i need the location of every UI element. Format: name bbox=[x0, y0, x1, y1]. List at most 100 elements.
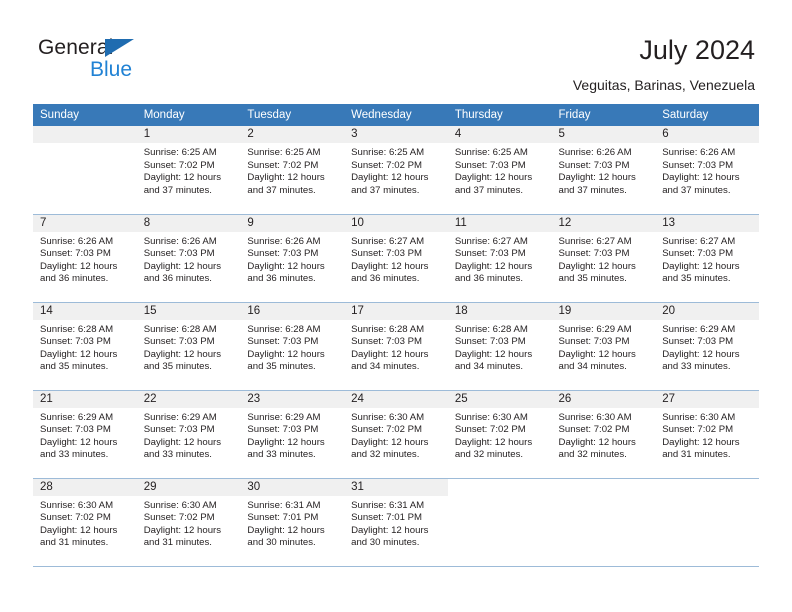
calendar-day-cell[interactable]: 5 Sunrise: 6:26 AM Sunset: 7:03 PM Daylight… bbox=[551, 126, 656, 215]
calendar-day-cell[interactable]: 3 Sunrise: 6:25 AM Sunset: 7:02 PM Daylight… bbox=[344, 126, 448, 215]
day-details: Sunrise: 6:30 AM Sunset: 7:02 PM Daylight:… bbox=[137, 496, 241, 550]
day-detail-line: Sunset: 7:02 PM bbox=[454, 424, 526, 436]
calendar-week-row: 14 Sunrise: 6:28 AM Sunset: 7:03 PM Dayligh… bbox=[33, 302, 759, 391]
day-details: Sunrise: 6:31 AM Sunset: 7:01 PM Daylight:… bbox=[240, 496, 344, 550]
calendar-day-cell[interactable]: 13 Sunrise: 6:27 AM Sunset: 7:03 PM Dayligh… bbox=[655, 214, 759, 303]
calendar-day-cell[interactable]: 4 Sunrise: 6:25 AM Sunset: 7:03 PM Daylight… bbox=[447, 126, 552, 215]
day-detail-line: Sunset: 7:03 PM bbox=[40, 248, 111, 260]
day-details: Sunrise: 6:26 AM Sunset: 7:03 PM Daylight:… bbox=[655, 143, 759, 197]
day-detail-line: and 36 minutes. bbox=[143, 273, 212, 285]
calendar-day-cell[interactable]: 11 Sunrise: 6:27 AM Sunset: 7:03 PM Dayligh… bbox=[447, 214, 552, 303]
calendar-week-row: 21 Sunrise: 6:29 AM Sunset: 7:03 PM Dayligh… bbox=[33, 390, 759, 479]
calendar-day-cell[interactable]: 30 Sunrise: 6:31 AM Sunset: 7:01 PM Dayligh… bbox=[240, 478, 345, 567]
day-detail-line: Sunrise: 6:28 AM bbox=[247, 323, 321, 335]
day-details: Sunrise: 6:27 AM Sunset: 7:03 PM Daylight:… bbox=[448, 232, 552, 286]
calendar-day-cell[interactable]: 29 Sunrise: 6:30 AM Sunset: 7:02 PM Dayligh… bbox=[136, 478, 241, 567]
day-details: Sunrise: 6:26 AM Sunset: 7:03 PM Daylight:… bbox=[552, 143, 656, 197]
weekday-header-saturday: Saturday bbox=[655, 104, 759, 126]
day-detail-line: Daylight: 12 hours bbox=[454, 436, 533, 448]
calendar-day-cell[interactable]: 25 Sunrise: 6:30 AM Sunset: 7:02 PM Dayligh… bbox=[447, 390, 552, 479]
day-details: Sunrise: 6:25 AM Sunset: 7:02 PM Daylight:… bbox=[137, 143, 241, 197]
calendar-day-cell[interactable]: 20 Sunrise: 6:29 AM Sunset: 7:03 PM Dayligh… bbox=[655, 302, 759, 391]
day-number: 29 bbox=[136, 478, 241, 496]
day-number: 26 bbox=[551, 390, 656, 408]
calendar-day-cell[interactable]: 8 Sunrise: 6:26 AM Sunset: 7:03 PM Daylight… bbox=[136, 214, 241, 303]
day-detail-line: Daylight: 12 hours bbox=[143, 172, 222, 184]
calendar-day-cell[interactable]: 12 Sunrise: 6:27 AM Sunset: 7:03 PM Dayligh… bbox=[551, 214, 656, 303]
calendar-day-cell[interactable]: 16 Sunrise: 6:28 AM Sunset: 7:03 PM Dayligh… bbox=[240, 302, 345, 391]
calendar-day-cell[interactable]: 23 Sunrise: 6:29 AM Sunset: 7:03 PM Dayligh… bbox=[240, 390, 345, 479]
day-detail-line: Sunset: 7:03 PM bbox=[247, 424, 319, 436]
calendar-day-cell[interactable]: 21 Sunrise: 6:29 AM Sunset: 7:03 PM Dayligh… bbox=[33, 390, 137, 479]
day-detail-line: Daylight: 12 hours bbox=[662, 260, 740, 272]
day-number: 8 bbox=[136, 214, 241, 232]
day-number: 27 bbox=[655, 390, 759, 408]
day-detail-line: Sunrise: 6:30 AM bbox=[143, 499, 217, 511]
day-detail-line: Daylight: 12 hours bbox=[351, 524, 429, 536]
day-number: 25 bbox=[447, 390, 552, 408]
day-number: 2 bbox=[240, 126, 345, 143]
calendar-day-cell[interactable]: 19 Sunrise: 6:29 AM Sunset: 7:03 PM Dayligh… bbox=[551, 302, 656, 391]
day-detail-line: Daylight: 12 hours bbox=[662, 436, 740, 448]
general-blue-logo[interactable]: General Blue bbox=[38, 36, 168, 88]
weekday-header-tuesday: Tuesday bbox=[240, 104, 345, 126]
calendar-day-cell[interactable]: 24 Sunrise: 6:30 AM Sunset: 7:02 PM Dayligh… bbox=[344, 390, 448, 479]
calendar-day-cell[interactable]: 22 Sunrise: 6:29 AM Sunset: 7:03 PM Dayligh… bbox=[136, 390, 241, 479]
calendar-day-cell[interactable]: 17 Sunrise: 6:28 AM Sunset: 7:03 PM Dayligh… bbox=[344, 302, 448, 391]
calendar-day-cell[interactable]: 28 Sunrise: 6:30 AM Sunset: 7:02 PM Dayligh… bbox=[33, 478, 137, 567]
day-detail-line: Sunset: 7:02 PM bbox=[40, 512, 111, 524]
day-detail-line: and 36 minutes. bbox=[40, 273, 109, 285]
day-detail-line: Sunset: 7:03 PM bbox=[143, 424, 215, 436]
day-number: 3 bbox=[344, 126, 448, 143]
day-detail-line: Sunset: 7:02 PM bbox=[351, 424, 423, 436]
calendar-day-cell[interactable]: 14 Sunrise: 6:28 AM Sunset: 7:03 PM Dayligh… bbox=[33, 302, 137, 391]
day-detail-line: Sunrise: 6:28 AM bbox=[454, 323, 528, 335]
weekday-header-friday: Friday bbox=[551, 104, 656, 126]
day-detail-line: and 34 minutes. bbox=[558, 361, 627, 373]
calendar-day-cell[interactable]: 31 Sunrise: 6:31 AM Sunset: 7:01 PM Dayligh… bbox=[344, 478, 448, 567]
day-number: 17 bbox=[344, 302, 448, 320]
calendar-day-cell[interactable]: 2 Sunrise: 6:25 AM Sunset: 7:02 PM Daylight… bbox=[240, 126, 345, 215]
day-details: Sunrise: 6:28 AM Sunset: 7:03 PM Daylight:… bbox=[33, 320, 137, 374]
calendar-day-cell[interactable]: 7 Sunrise: 6:26 AM Sunset: 7:03 PM Daylight… bbox=[33, 214, 137, 303]
weekday-header-monday: Monday bbox=[136, 104, 241, 126]
day-detail-line: Sunset: 7:01 PM bbox=[247, 512, 319, 524]
calendar-body: 1 Sunrise: 6:25 AM Sunset: 7:02 PM Daylight… bbox=[33, 126, 759, 567]
day-detail-line: Daylight: 12 hours bbox=[351, 436, 429, 448]
day-number: 18 bbox=[447, 302, 552, 320]
calendar-day-cell[interactable]: 27 Sunrise: 6:30 AM Sunset: 7:02 PM Dayligh… bbox=[655, 390, 759, 479]
day-detail-line: and 35 minutes. bbox=[558, 273, 627, 285]
day-detail-line: Sunrise: 6:28 AM bbox=[351, 323, 425, 335]
day-detail-line: Daylight: 12 hours bbox=[143, 524, 222, 536]
day-detail-line: and 35 minutes. bbox=[662, 273, 731, 285]
day-detail-line: Sunrise: 6:30 AM bbox=[662, 411, 736, 423]
day-detail-line: Sunset: 7:02 PM bbox=[662, 424, 734, 436]
day-detail-line: and 36 minutes. bbox=[454, 273, 524, 285]
calendar-day-cell[interactable]: 6 Sunrise: 6:26 AM Sunset: 7:03 PM Daylight… bbox=[655, 126, 759, 215]
day-detail-line: Sunrise: 6:30 AM bbox=[454, 411, 528, 423]
day-detail-line: and 37 minutes. bbox=[247, 184, 316, 196]
day-detail-line: Daylight: 12 hours bbox=[558, 348, 636, 360]
day-detail-line: Sunset: 7:03 PM bbox=[662, 336, 734, 348]
day-detail-line: Daylight: 12 hours bbox=[40, 348, 118, 360]
day-detail-line: Sunrise: 6:26 AM bbox=[662, 147, 736, 158]
calendar-day-cell[interactable]: 10 Sunrise: 6:27 AM Sunset: 7:03 PM Dayligh… bbox=[344, 214, 448, 303]
calendar-day-cell[interactable]: 18 Sunrise: 6:28 AM Sunset: 7:03 PM Dayligh… bbox=[447, 302, 552, 391]
day-detail-line: Sunset: 7:03 PM bbox=[351, 248, 423, 260]
day-details: Sunrise: 6:29 AM Sunset: 7:03 PM Daylight:… bbox=[240, 408, 344, 462]
calendar-day-cell[interactable]: 15 Sunrise: 6:28 AM Sunset: 7:03 PM Dayligh… bbox=[136, 302, 241, 391]
day-detail-line: Daylight: 12 hours bbox=[454, 172, 533, 184]
day-number bbox=[552, 479, 656, 496]
day-details: Sunrise: 6:25 AM Sunset: 7:03 PM Daylight:… bbox=[448, 143, 552, 197]
calendar-day-cell[interactable]: 26 Sunrise: 6:30 AM Sunset: 7:02 PM Dayligh… bbox=[551, 390, 656, 479]
day-detail-line: Sunset: 7:02 PM bbox=[143, 512, 215, 524]
day-details: Sunrise: 6:30 AM Sunset: 7:02 PM Daylight:… bbox=[552, 408, 656, 462]
weekday-header-row: Sunday Monday Tuesday Wednesday Thursday… bbox=[33, 104, 759, 126]
day-number: 30 bbox=[240, 478, 345, 496]
day-detail-line: Daylight: 12 hours bbox=[558, 260, 636, 272]
calendar-day-cell[interactable]: 1 Sunrise: 6:25 AM Sunset: 7:02 PM Daylight… bbox=[136, 126, 241, 215]
day-number: 5 bbox=[551, 126, 656, 143]
day-detail-line: Daylight: 12 hours bbox=[143, 436, 222, 448]
calendar-day-cell[interactable]: 9 Sunrise: 6:26 AM Sunset: 7:03 PM Daylight… bbox=[240, 214, 345, 303]
day-details: Sunrise: 6:27 AM Sunset: 7:03 PM Daylight:… bbox=[552, 232, 656, 286]
